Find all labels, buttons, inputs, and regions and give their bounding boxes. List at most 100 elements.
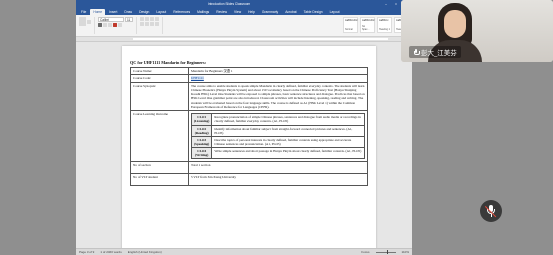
zoom-slider-thumb[interactable]	[386, 250, 389, 254]
italic-icon[interactable]	[103, 23, 107, 27]
zoom-level[interactable]: 110%	[402, 250, 409, 254]
table-row: Course Code: UHF1111	[130, 74, 368, 83]
clo-description[interactable]: Describe topics of personal interests in…	[211, 135, 365, 148]
page-indicator[interactable]: Page 3 of 9	[79, 250, 94, 254]
clo-row: CLO3 (Speaking) Describe topics of person…	[190, 135, 365, 148]
synopsis-value[interactable]: The course aims to enable students to sp…	[188, 81, 368, 112]
style-name: Heading 1	[379, 28, 390, 31]
align-left-icon[interactable]	[140, 22, 144, 26]
style-name: Normal	[345, 28, 353, 31]
course-code-label: Course Code:	[130, 74, 189, 83]
font-group: Calibri 11	[98, 17, 137, 34]
table-row: No of section Total 1 section	[130, 161, 368, 175]
sections-label: No of section	[130, 161, 189, 175]
ribbon-tab-bar: File Home Insert Draw Design Layout References…	[76, 7, 412, 15]
tab-file[interactable]: File	[78, 9, 89, 15]
sections-value[interactable]: Total 1 section	[188, 161, 368, 175]
styles-gallery: AaBbCcDc Normal AaBbCcDc No Spac... AaBbCc He…	[343, 17, 409, 34]
tab-view[interactable]: View	[231, 9, 244, 15]
word-window: Introduction Slides Classroom – □ × File…	[76, 0, 412, 255]
participant-face	[444, 10, 466, 38]
numbering-icon[interactable]	[145, 17, 149, 21]
clipboard-group	[79, 17, 95, 34]
tab-draw[interactable]: Draw	[121, 9, 135, 15]
table-row: No of VLT student 5 VLT from Xin Xiang U…	[130, 173, 368, 187]
paste-icon[interactable]	[79, 17, 86, 26]
font-color-icon[interactable]	[113, 23, 117, 27]
font-name-select[interactable]: Calibri	[98, 17, 124, 22]
style-heading-1[interactable]: AaBbCc Heading 1	[377, 17, 392, 33]
course-name-label: Course Name:	[130, 66, 189, 76]
status-bar: Page 3 of 9 1 of 2460 words English (Uni…	[76, 248, 412, 255]
tab-references[interactable]: References	[170, 9, 193, 15]
tab-mailings[interactable]: Mailings	[194, 9, 212, 15]
table-row: Course Learning Outcome CLO1 (Listening)…	[130, 110, 368, 163]
tab-layout[interactable]: Layout	[153, 9, 169, 15]
zoom-slider[interactable]	[375, 250, 396, 254]
tab-home[interactable]: Home	[90, 9, 106, 15]
tab-review[interactable]: Review	[213, 9, 230, 15]
clo-row: CLO4 (Writing) Write simple sentences and…	[190, 146, 365, 160]
focus-button[interactable]: Focus	[361, 250, 369, 254]
mute-toggle-button[interactable]	[480, 200, 502, 222]
clo-description[interactable]: Write simple sentences and short passage…	[211, 146, 365, 160]
vlt-label: No of VLT student	[130, 173, 189, 187]
highlight-icon[interactable]	[118, 23, 122, 27]
table-row: Course Name: Mandarin for Beginners 汉语 1	[130, 66, 368, 76]
align-right-icon[interactable]	[150, 22, 154, 26]
style-sample: AaBbCcDc	[362, 19, 375, 22]
minimize-button[interactable]: –	[383, 2, 389, 6]
clo-code[interactable]: CLO3 (Speaking)	[190, 135, 213, 148]
title-bar: Introduction Slides Classroom – □ ×	[76, 0, 412, 7]
tab-help[interactable]: Help	[245, 9, 258, 15]
clo-description[interactable]: Identify information about familiar subj…	[211, 124, 365, 137]
style-name: No Spac...	[362, 25, 370, 31]
align-center-icon[interactable]	[145, 22, 149, 26]
course-code-value[interactable]: UHF1111	[191, 76, 204, 81]
indent-icon[interactable]	[150, 17, 154, 21]
justify-icon[interactable]	[155, 22, 159, 26]
maximize-button[interactable]: □	[393, 2, 399, 6]
sort-icon[interactable]	[155, 17, 159, 21]
style-no-spac-[interactable]: AaBbCcDc No Spac...	[360, 17, 375, 33]
clo-table: CLO1 (Listening) Recognize pronunciation …	[190, 113, 365, 160]
underline-icon[interactable]	[108, 23, 112, 27]
style-normal[interactable]: AaBbCcDc Normal	[343, 17, 358, 33]
clo-row: CLO2 (Reading) Identify information about…	[190, 124, 365, 137]
screen: Introduction Slides Classroom – □ × File…	[0, 0, 553, 255]
clo-row: CLO1 (Listening) Recognize pronunciation …	[190, 113, 365, 126]
style-sample: AaBbCcDc	[345, 19, 358, 22]
style-sample: AaBbCc	[379, 19, 389, 22]
clo-code[interactable]: CLO2 (Reading)	[190, 124, 213, 137]
tab-grammarly[interactable]: Grammarly	[259, 9, 281, 15]
cut-icon[interactable]	[87, 19, 91, 24]
paragraph-group	[140, 17, 163, 34]
participant-video-tile[interactable]: 彭大_江美芬	[401, 0, 553, 62]
clo-code[interactable]: CLO4 (Writing)	[190, 146, 213, 160]
language-indicator[interactable]: English (United Kingdom)	[128, 250, 162, 254]
bold-icon[interactable]	[98, 23, 102, 27]
course-code-cell[interactable]: UHF1111	[188, 74, 368, 83]
bullets-icon[interactable]	[140, 17, 144, 21]
document-area: QC for UHF1111 Mandarin for Beginners: C…	[76, 42, 412, 248]
table-row: Course Synopsis: The course aims to enab…	[130, 81, 368, 112]
font-size-select[interactable]: 11	[125, 17, 133, 22]
learning-outcome-label: Course Learning Outcome	[130, 110, 189, 163]
clo-description[interactable]: Recognize pronunciation of simple Chines…	[211, 113, 365, 126]
clo-code[interactable]: CLO1 (Listening)	[190, 113, 213, 126]
learning-outcome-cell[interactable]: CLO1 (Listening) Recognize pronunciation …	[188, 110, 368, 163]
microphone-icon	[413, 49, 420, 55]
course-table: Course Name: Mandarin for Beginners 汉语 1…	[130, 66, 368, 187]
course-name-value[interactable]: Mandarin for Beginners 汉语 1	[188, 66, 368, 76]
document-heading: QC for UHF1111 Mandarin for Beginners:	[130, 60, 207, 65]
vlt-value[interactable]: 5 VLT from Xin Xiang University	[188, 173, 368, 187]
participant-name-tag: 彭大_江美芬	[409, 46, 461, 58]
word-count[interactable]: 1 of 2460 words	[100, 250, 121, 254]
tab-design[interactable]: Design	[136, 9, 152, 15]
participant-name: 彭大_江美芬	[421, 49, 457, 57]
tab-table-design[interactable]: Table Design	[301, 9, 326, 15]
ribbon: Calibri 11 AaBbCcDc Normal AaBbCcDc No S…	[76, 15, 412, 37]
tab-insert[interactable]: Insert	[106, 9, 120, 15]
tab-layout[interactable]: Layout	[327, 9, 343, 15]
tab-acrobat[interactable]: Acrobat	[282, 9, 299, 15]
